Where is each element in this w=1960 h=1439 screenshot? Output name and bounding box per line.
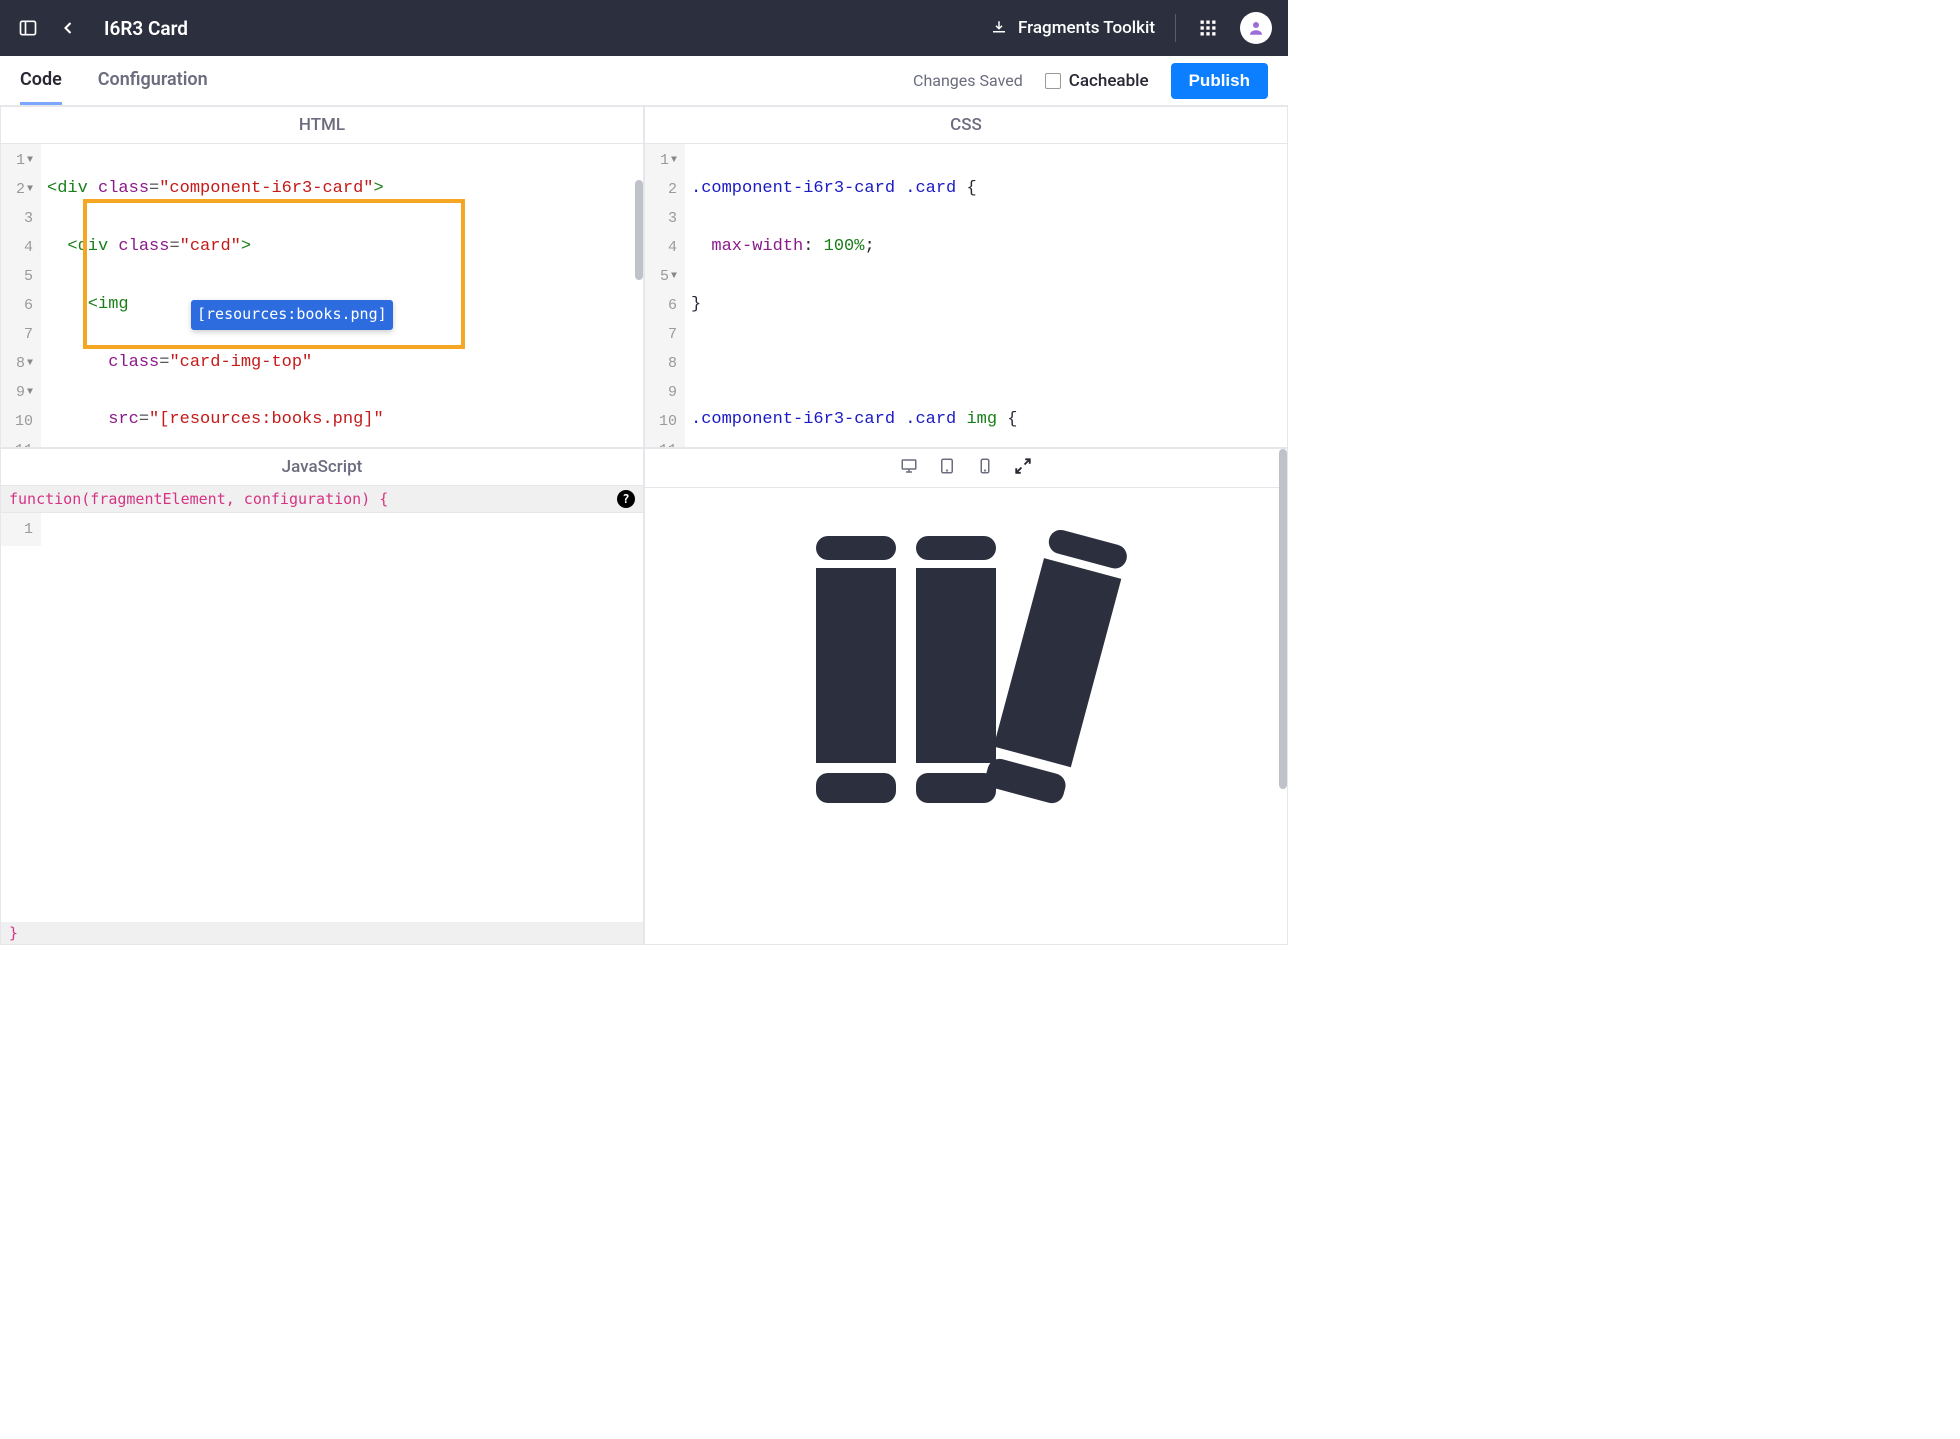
js-signature: function(fragmentElement, configuration)… bbox=[1, 486, 643, 513]
back-icon[interactable] bbox=[56, 16, 80, 40]
autocomplete-hint[interactable]: [resources:books.png] bbox=[191, 300, 393, 330]
css-code[interactable]: .component-i6r3-card .card { max-width: … bbox=[685, 144, 1023, 447]
panel-toggle-icon[interactable] bbox=[16, 16, 40, 40]
js-footer: } bbox=[1, 922, 643, 944]
topbar: I6R3 Card Fragments Toolkit bbox=[0, 0, 1288, 56]
subbar: Code Configuration Changes Saved Cacheab… bbox=[0, 56, 1288, 106]
page-title: I6R3 Card bbox=[104, 17, 188, 40]
css-editor[interactable]: 1▼ 2 3 4 5▼ 6 7 8 9 10 11 .component-i6r… bbox=[645, 144, 1287, 447]
html-editor[interactable]: 1▼ 2▼ 3 4 5 6 7 8▼ 9▼ 10 11 12 <div clas… bbox=[1, 144, 643, 447]
html-code[interactable]: <div class="component-i6r3-card"> <div c… bbox=[41, 144, 481, 447]
divider bbox=[1175, 14, 1176, 42]
checkbox-icon bbox=[1045, 73, 1061, 89]
html-gutter: 1▼ 2▼ 3 4 5 6 7 8▼ 9▼ 10 11 12 bbox=[1, 144, 41, 447]
tab-configuration[interactable]: Configuration bbox=[98, 69, 208, 105]
preview-pane bbox=[644, 448, 1288, 945]
html-pane: HTML 1▼ 2▼ 3 4 5 6 7 8▼ 9▼ 10 11 12 bbox=[0, 106, 644, 448]
expand-icon[interactable] bbox=[1014, 457, 1032, 479]
toolkit-label: Fragments Toolkit bbox=[1018, 18, 1155, 38]
fragments-toolkit-button[interactable]: Fragments Toolkit bbox=[990, 18, 1155, 38]
mobile-icon[interactable] bbox=[976, 457, 994, 479]
user-avatar[interactable] bbox=[1240, 12, 1272, 44]
tabs: Code Configuration bbox=[20, 57, 208, 105]
js-code[interactable] bbox=[41, 513, 53, 546]
tablet-icon[interactable] bbox=[938, 457, 956, 479]
tab-code[interactable]: Code bbox=[20, 69, 62, 105]
books-preview-image bbox=[796, 518, 1136, 818]
css-pane-header: CSS bbox=[645, 107, 1287, 144]
help-icon[interactable]: ? bbox=[617, 490, 635, 508]
preview-body bbox=[645, 488, 1287, 944]
preview-toolbar bbox=[645, 449, 1287, 488]
scrollbar[interactable] bbox=[635, 180, 643, 280]
css-pane: CSS 1▼ 2 3 4 5▼ 6 7 8 9 10 11 .component… bbox=[644, 106, 1288, 448]
javascript-pane: JavaScript function(fragmentElement, con… bbox=[0, 448, 644, 945]
apps-grid-icon[interactable] bbox=[1196, 16, 1220, 40]
cacheable-label: Cacheable bbox=[1069, 71, 1149, 91]
desktop-icon[interactable] bbox=[900, 457, 918, 479]
cacheable-checkbox[interactable]: Cacheable bbox=[1045, 71, 1149, 91]
save-status: Changes Saved bbox=[913, 71, 1023, 90]
publish-button[interactable]: Publish bbox=[1171, 63, 1268, 99]
js-gutter: 1 bbox=[1, 513, 41, 546]
css-gutter: 1▼ 2 3 4 5▼ 6 7 8 9 10 11 bbox=[645, 144, 685, 447]
scrollbar[interactable] bbox=[1279, 488, 1287, 789]
html-pane-header: HTML bbox=[1, 107, 643, 144]
js-editor[interactable]: 1 bbox=[1, 513, 643, 944]
js-pane-header: JavaScript bbox=[1, 449, 643, 486]
